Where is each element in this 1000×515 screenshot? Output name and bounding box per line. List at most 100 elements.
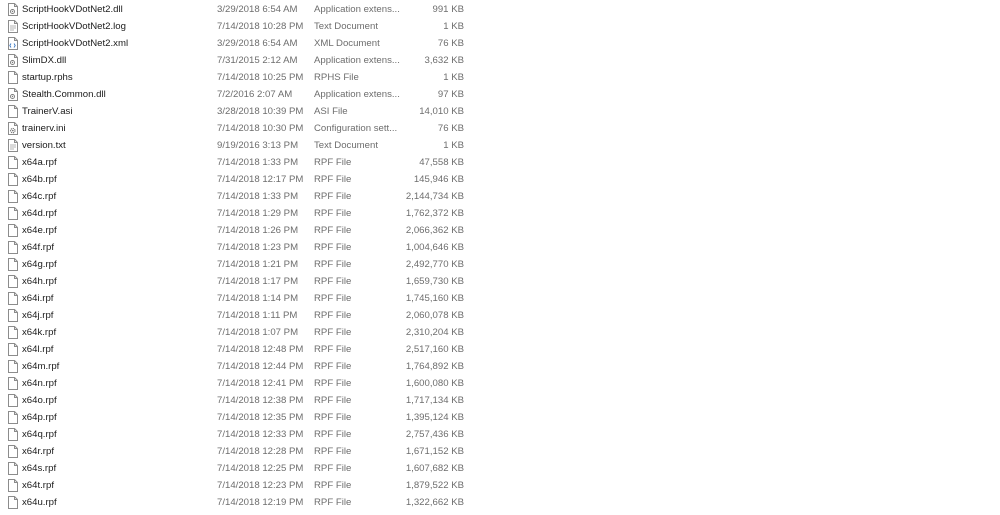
- file-date-modified: 7/14/2018 12:19 PM: [217, 497, 304, 508]
- file-size: 1,659,730 KB: [405, 276, 464, 287]
- file-type: RPF File: [314, 497, 352, 508]
- file-date-modified: 7/14/2018 1:26 PM: [217, 225, 299, 236]
- file-date-modified: 7/14/2018 12:23 PM: [217, 480, 304, 491]
- file-name: x64o.rpf: [22, 395, 57, 406]
- file-type: RPF File: [314, 157, 352, 168]
- file-name: ScriptHookVDotNet2.log: [22, 21, 126, 32]
- file-date-modified: 7/14/2018 12:48 PM: [217, 344, 304, 355]
- file-type: ASI File: [314, 106, 348, 117]
- file-row[interactable]: x64q.rpf 7/14/2018 12:33 PM RPF File 2,757,…: [0, 426, 470, 443]
- file-row[interactable]: x64p.rpf 7/14/2018 12:35 PM RPF File 1,395,…: [0, 409, 470, 426]
- config-file-icon: [8, 122, 18, 135]
- file-size: 1,762,372 KB: [405, 208, 464, 219]
- file-name: x64m.rpf: [22, 361, 60, 372]
- generic-file-icon: [8, 326, 18, 339]
- dll-file-icon: [8, 88, 18, 101]
- file-date-modified: 7/14/2018 12:25 PM: [217, 463, 304, 474]
- file-date-modified: 7/14/2018 1:33 PM: [217, 191, 299, 202]
- file-name: ScriptHookVDotNet2.xml: [22, 38, 129, 49]
- file-row[interactable]: x64l.rpf 7/14/2018 12:48 PM RPF File 2,517,…: [0, 341, 470, 358]
- file-date-modified: 7/14/2018 1:23 PM: [217, 242, 299, 253]
- file-type: RPF File: [314, 463, 352, 474]
- file-row[interactable]: x64f.rpf 7/14/2018 1:23 PM RPF File 1,004,6…: [0, 239, 470, 256]
- xml-file-icon: [8, 37, 18, 50]
- generic-file-icon: [8, 343, 18, 356]
- file-row[interactable]: TrainerV.asi 3/28/2018 10:39 PM ASI File 14…: [0, 103, 470, 120]
- generic-file-icon: [8, 105, 18, 118]
- file-row[interactable]: ScriptHookVDotNet2.log 7/14/2018 10:28 PM…: [0, 18, 470, 35]
- file-row[interactable]: x64s.rpf 7/14/2018 12:25 PM RPF File 1,607,…: [0, 460, 470, 477]
- file-row[interactable]: x64a.rpf 7/14/2018 1:33 PM RPF File 47,558 …: [0, 154, 470, 171]
- file-row[interactable]: x64m.rpf 7/14/2018 12:44 PM RPF File 1,764,…: [0, 358, 470, 375]
- file-row[interactable]: x64k.rpf 7/14/2018 1:07 PM RPF File 2,310,2…: [0, 324, 470, 341]
- file-date-modified: 3/29/2018 6:54 AM: [217, 4, 298, 15]
- file-row[interactable]: x64j.rpf 7/14/2018 1:11 PM RPF File 2,060,0…: [0, 307, 470, 324]
- file-size: 3,632 KB: [424, 55, 464, 66]
- file-row[interactable]: version.txt 9/19/2016 3:13 PM Text Documen…: [0, 137, 470, 154]
- file-size: 1 KB: [443, 140, 464, 151]
- generic-file-icon: [8, 173, 18, 186]
- file-row[interactable]: x64n.rpf 7/14/2018 12:41 PM RPF File 1,600,…: [0, 375, 470, 392]
- file-date-modified: 7/14/2018 1:33 PM: [217, 157, 299, 168]
- file-row[interactable]: startup.rphs 7/14/2018 10:25 PM RPHS File 1…: [0, 69, 470, 86]
- file-name: trainerv.ini: [22, 123, 66, 134]
- file-row[interactable]: ScriptHookVDotNet2.xml 3/29/2018 6:54 AM X…: [0, 35, 470, 52]
- file-row[interactable]: x64b.rpf 7/14/2018 12:17 PM RPF File 145,94…: [0, 171, 470, 188]
- file-size: 2,060,078 KB: [405, 310, 464, 321]
- file-name: x64g.rpf: [22, 259, 57, 270]
- file-row[interactable]: SlimDX.dll 7/31/2015 2:12 AM Application e…: [0, 52, 470, 69]
- file-size: 1,395,124 KB: [405, 412, 464, 423]
- file-date-modified: 7/14/2018 12:44 PM: [217, 361, 304, 372]
- file-name: x64k.rpf: [22, 327, 57, 338]
- file-name: x64d.rpf: [22, 208, 57, 219]
- file-row[interactable]: x64c.rpf 7/14/2018 1:33 PM RPF File 2,144,7…: [0, 188, 470, 205]
- file-row[interactable]: x64o.rpf 7/14/2018 12:38 PM RPF File 1,717,…: [0, 392, 470, 409]
- file-size: 1,004,646 KB: [405, 242, 464, 253]
- file-type: RPF File: [314, 259, 352, 270]
- generic-file-icon: [8, 190, 18, 203]
- file-type: RPHS File: [314, 72, 359, 83]
- dll-file-icon: [8, 3, 18, 16]
- generic-file-icon: [8, 71, 18, 84]
- file-row[interactable]: x64r.rpf 7/14/2018 12:28 PM RPF File 1,671,…: [0, 443, 470, 460]
- file-row[interactable]: x64u.rpf 7/14/2018 12:19 PM RPF File 1,322,…: [0, 494, 470, 511]
- file-type: Application extens...: [314, 55, 400, 66]
- generic-file-icon: [8, 224, 18, 237]
- file-row[interactable]: Stealth.Common.dll 7/2/2016 2:07 AM Applic…: [0, 86, 470, 103]
- file-date-modified: 7/14/2018 12:41 PM: [217, 378, 304, 389]
- file-name: TrainerV.asi: [22, 106, 73, 117]
- file-name: x64t.rpf: [22, 480, 54, 491]
- file-size: 991 KB: [432, 4, 464, 15]
- file-size: 1,600,080 KB: [405, 378, 464, 389]
- file-date-modified: 7/14/2018 12:28 PM: [217, 446, 304, 457]
- file-row[interactable]: ScriptHookVDotNet2.dll 3/29/2018 6:54 AM A…: [0, 1, 470, 18]
- file-row[interactable]: x64i.rpf 7/14/2018 1:14 PM RPF File 1,745,1…: [0, 290, 470, 307]
- file-date-modified: 3/28/2018 10:39 PM: [217, 106, 304, 117]
- file-name: x64i.rpf: [22, 293, 54, 304]
- file-row[interactable]: x64h.rpf 7/14/2018 1:17 PM RPF File 1,659,7…: [0, 273, 470, 290]
- file-date-modified: 3/29/2018 6:54 AM: [217, 38, 298, 49]
- file-size: 76 KB: [437, 123, 464, 134]
- file-type: RPF File: [314, 310, 352, 321]
- generic-file-icon: [8, 428, 18, 441]
- file-row[interactable]: trainerv.ini 7/14/2018 10:30 PM Configurat…: [0, 120, 470, 137]
- file-name: x64p.rpf: [22, 412, 57, 423]
- file-size: 1,322,662 KB: [405, 497, 464, 508]
- file-row[interactable]: x64e.rpf 7/14/2018 1:26 PM RPF File 2,066,3…: [0, 222, 470, 239]
- file-row[interactable]: x64t.rpf 7/14/2018 12:23 PM RPF File 1,879,…: [0, 477, 470, 494]
- file-row[interactable]: x64g.rpf 7/14/2018 1:21 PM RPF File 2,492,7…: [0, 256, 470, 273]
- text-file-icon: [8, 139, 18, 152]
- file-date-modified: 7/14/2018 1:14 PM: [217, 293, 299, 304]
- file-size: 1,607,682 KB: [405, 463, 464, 474]
- file-date-modified: 7/2/2016 2:07 AM: [217, 89, 293, 100]
- file-date-modified: 9/19/2016 3:13 PM: [217, 140, 299, 151]
- file-date-modified: 7/14/2018 1:29 PM: [217, 208, 299, 219]
- file-type: RPF File: [314, 225, 352, 236]
- file-size: 1,879,522 KB: [405, 480, 464, 491]
- file-list: ScriptHookVDotNet2.dll 3/29/2018 6:54 AM A…: [0, 0, 1000, 512]
- generic-file-icon: [8, 292, 18, 305]
- file-name: ScriptHookVDotNet2.dll: [22, 4, 123, 15]
- file-row[interactable]: x64d.rpf 7/14/2018 1:29 PM RPF File 1,762,3…: [0, 205, 470, 222]
- file-type: RPF File: [314, 174, 352, 185]
- file-name: x64e.rpf: [22, 225, 57, 236]
